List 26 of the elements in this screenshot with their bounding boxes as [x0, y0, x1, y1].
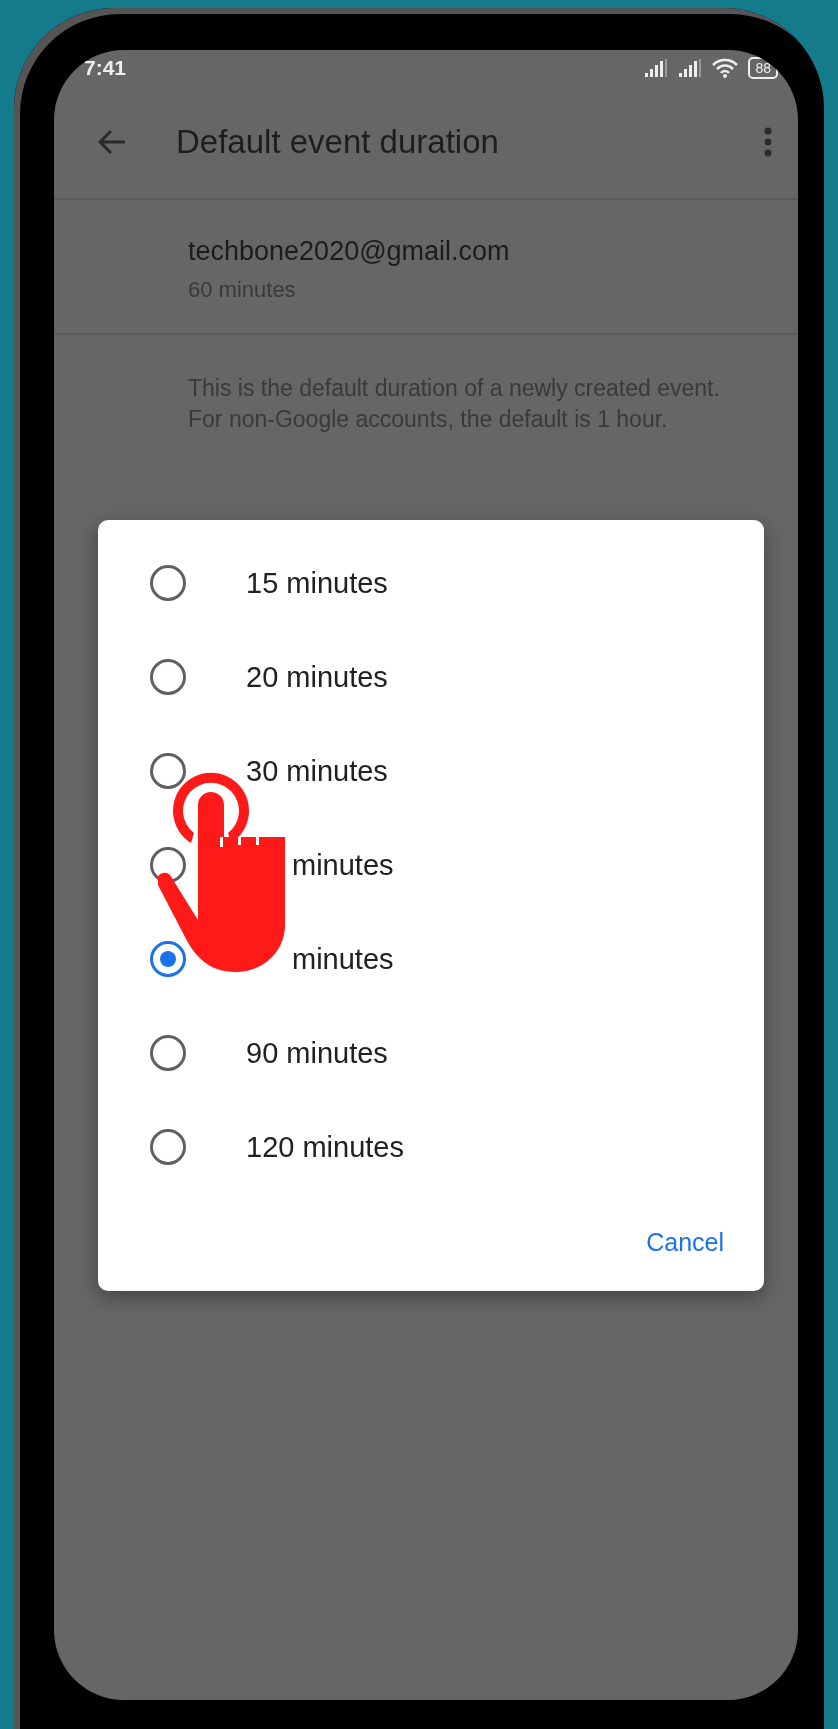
radio-button[interactable] [150, 1035, 186, 1071]
option-label: 30 minutes [246, 754, 388, 788]
cancel-button[interactable]: Cancel [634, 1218, 736, 1267]
duration-option[interactable]: 20 minutes [98, 630, 764, 724]
wifi-icon [712, 58, 739, 78]
duration-option[interactable]: minutes [98, 912, 764, 1006]
option-label: 20 minutes [246, 660, 388, 694]
radio-button[interactable] [150, 565, 186, 601]
radio-button[interactable] [150, 941, 186, 977]
battery-level: 88 [755, 60, 771, 76]
status-time: 7:41 [84, 56, 127, 80]
duration-option[interactable]: 15 minutes [98, 536, 764, 630]
option-label: minutes [292, 942, 394, 976]
option-label: 15 minutes [246, 566, 388, 600]
duration-option[interactable]: 120 minutes [98, 1100, 764, 1194]
option-label: minutes [292, 848, 394, 882]
radio-button[interactable] [150, 659, 186, 695]
signal-icon [644, 58, 669, 78]
signal-icon [678, 58, 703, 78]
duration-option[interactable]: 90 minutes [98, 1006, 764, 1100]
option-label: 90 minutes [246, 1036, 388, 1070]
more-options-icon[interactable] [764, 127, 772, 157]
radio-button[interactable] [150, 1129, 186, 1165]
screen-title: Default event duration [176, 123, 500, 161]
account-email: techbone2020@gmail.com [188, 236, 511, 267]
option-label: 120 minutes [246, 1130, 404, 1164]
